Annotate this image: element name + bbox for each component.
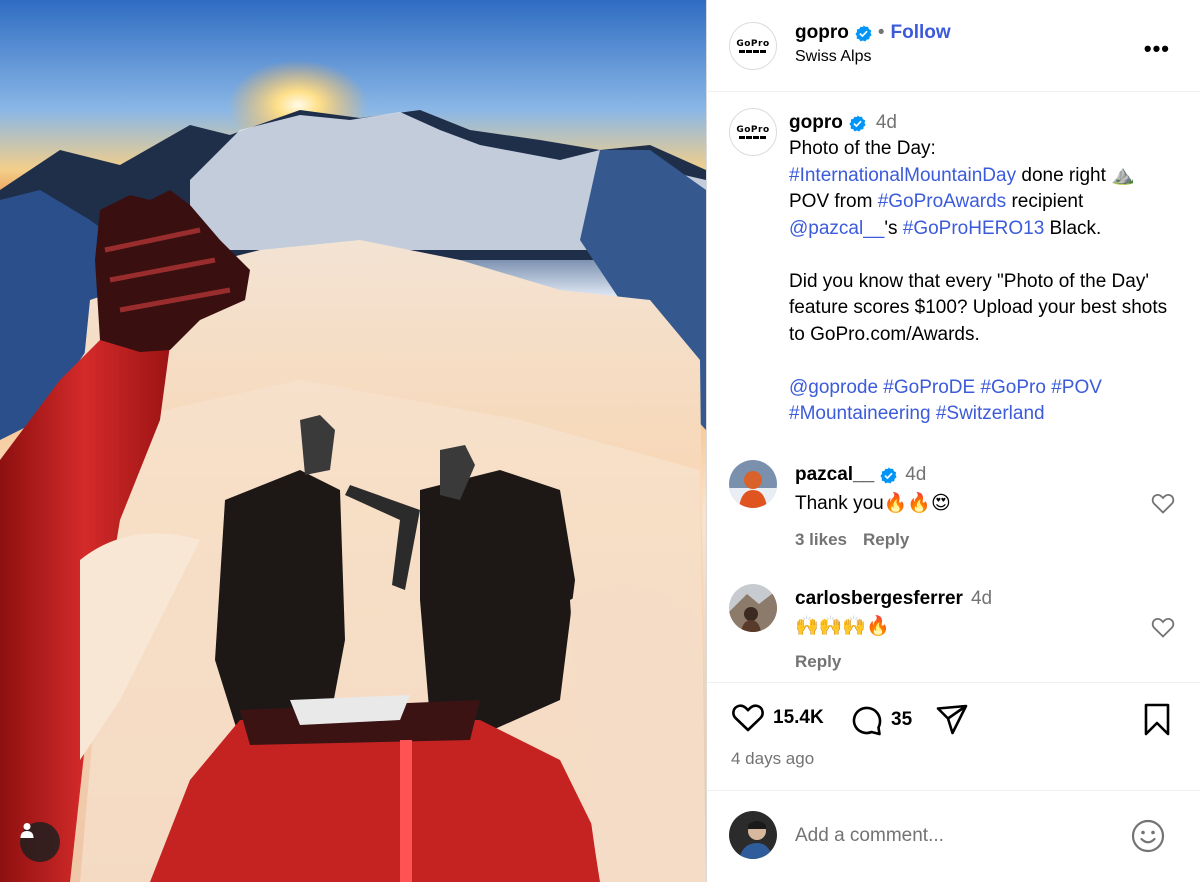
comment-count[interactable]: 35 — [891, 709, 912, 731]
save-icon[interactable] — [1143, 703, 1171, 737]
like-comment-icon[interactable] — [1151, 616, 1175, 638]
caption-text-segment: recipient — [1006, 191, 1084, 212]
follow-button[interactable]: Follow — [890, 22, 950, 44]
gopro-logo-icon — [736, 49, 769, 53]
comment-text: 🙌🙌🙌🔥 — [795, 616, 890, 637]
caption-paragraph: Did you know that every "Photo of the Da… — [789, 270, 1173, 345]
caption-text-segment: done right ⛰️ — [1016, 164, 1135, 186]
caption-username[interactable]: gopro — [789, 112, 843, 134]
share-icon[interactable] — [935, 703, 969, 737]
current-user-avatar — [729, 811, 777, 859]
comment-time[interactable]: 4d — [971, 588, 992, 610]
hashtag-group[interactable]: @goprode #GoProDE #GoPro #POV — [789, 377, 1102, 398]
gopro-logo-text: GoPro — [736, 124, 770, 135]
caption-avatar[interactable]: GoPro — [729, 108, 777, 156]
location-link[interactable]: Swiss Alps — [795, 48, 871, 66]
tagged-users-button[interactable] — [20, 822, 60, 862]
post-timestamp[interactable]: 4 days ago — [731, 749, 814, 769]
reply-button[interactable]: Reply — [795, 652, 841, 672]
hashtag-group[interactable]: #Mountaineering #Switzerland — [789, 403, 1045, 424]
comment-time[interactable]: 4d — [905, 464, 926, 486]
avatar[interactable] — [729, 460, 777, 508]
add-comment-bar — [707, 790, 1200, 882]
verified-badge-icon — [880, 466, 897, 483]
post-image-illustration — [0, 0, 706, 882]
reply-button[interactable]: Reply — [863, 530, 909, 550]
gopro-logo-text: GoPro — [736, 38, 770, 49]
emoji-icon[interactable] — [1131, 819, 1165, 853]
comment-icon[interactable] — [849, 703, 883, 737]
post-image[interactable] — [0, 0, 706, 882]
gopro-logo-icon — [736, 135, 769, 139]
post-sidebar: GoPro gopro • Follow Swiss Alps ••• GoPr… — [706, 0, 1200, 882]
comment-username[interactable]: pazcal__ — [795, 464, 874, 486]
like-count[interactable]: 15.4K — [773, 707, 824, 729]
comment-likes[interactable]: 3 likes — [795, 530, 847, 550]
hashtag-link[interactable]: #GoProHERO13 — [903, 218, 1045, 239]
avatar[interactable] — [729, 584, 777, 632]
like-icon[interactable] — [731, 703, 765, 733]
comment-input[interactable] — [795, 825, 1095, 847]
avatar[interactable]: GoPro — [729, 22, 777, 70]
verified-badge-icon — [849, 114, 866, 131]
caption-time[interactable]: 4d — [876, 112, 897, 134]
post-header: GoPro gopro • Follow Swiss Alps ••• — [707, 0, 1200, 92]
caption-text: Photo of the Day: #InternationalMountain… — [789, 136, 1184, 428]
comment-username[interactable]: carlosbergesferrer — [795, 588, 963, 610]
post-actions: 15.4K 35 4 days ago — [707, 682, 1200, 790]
separator-dot: • — [877, 22, 885, 43]
hashtag-link[interactable]: #InternationalMountainDay — [789, 165, 1016, 186]
person-icon — [20, 823, 34, 838]
caption-line-1: Photo of the Day: — [789, 138, 936, 159]
comment-text: Thank you🔥🔥😍 — [795, 493, 951, 514]
caption-text-segment: 's — [884, 217, 903, 239]
more-options-icon[interactable]: ••• — [1144, 36, 1170, 62]
mention-link[interactable]: @pazcal__ — [789, 218, 884, 239]
like-comment-icon[interactable] — [1151, 492, 1175, 514]
caption-text-segment: Black. — [1044, 217, 1102, 239]
hashtag-link[interactable]: #GoProAwards — [878, 191, 1007, 212]
verified-badge-icon — [855, 24, 872, 41]
caption-text-segment: POV from — [789, 191, 878, 212]
username[interactable]: gopro — [795, 22, 849, 44]
